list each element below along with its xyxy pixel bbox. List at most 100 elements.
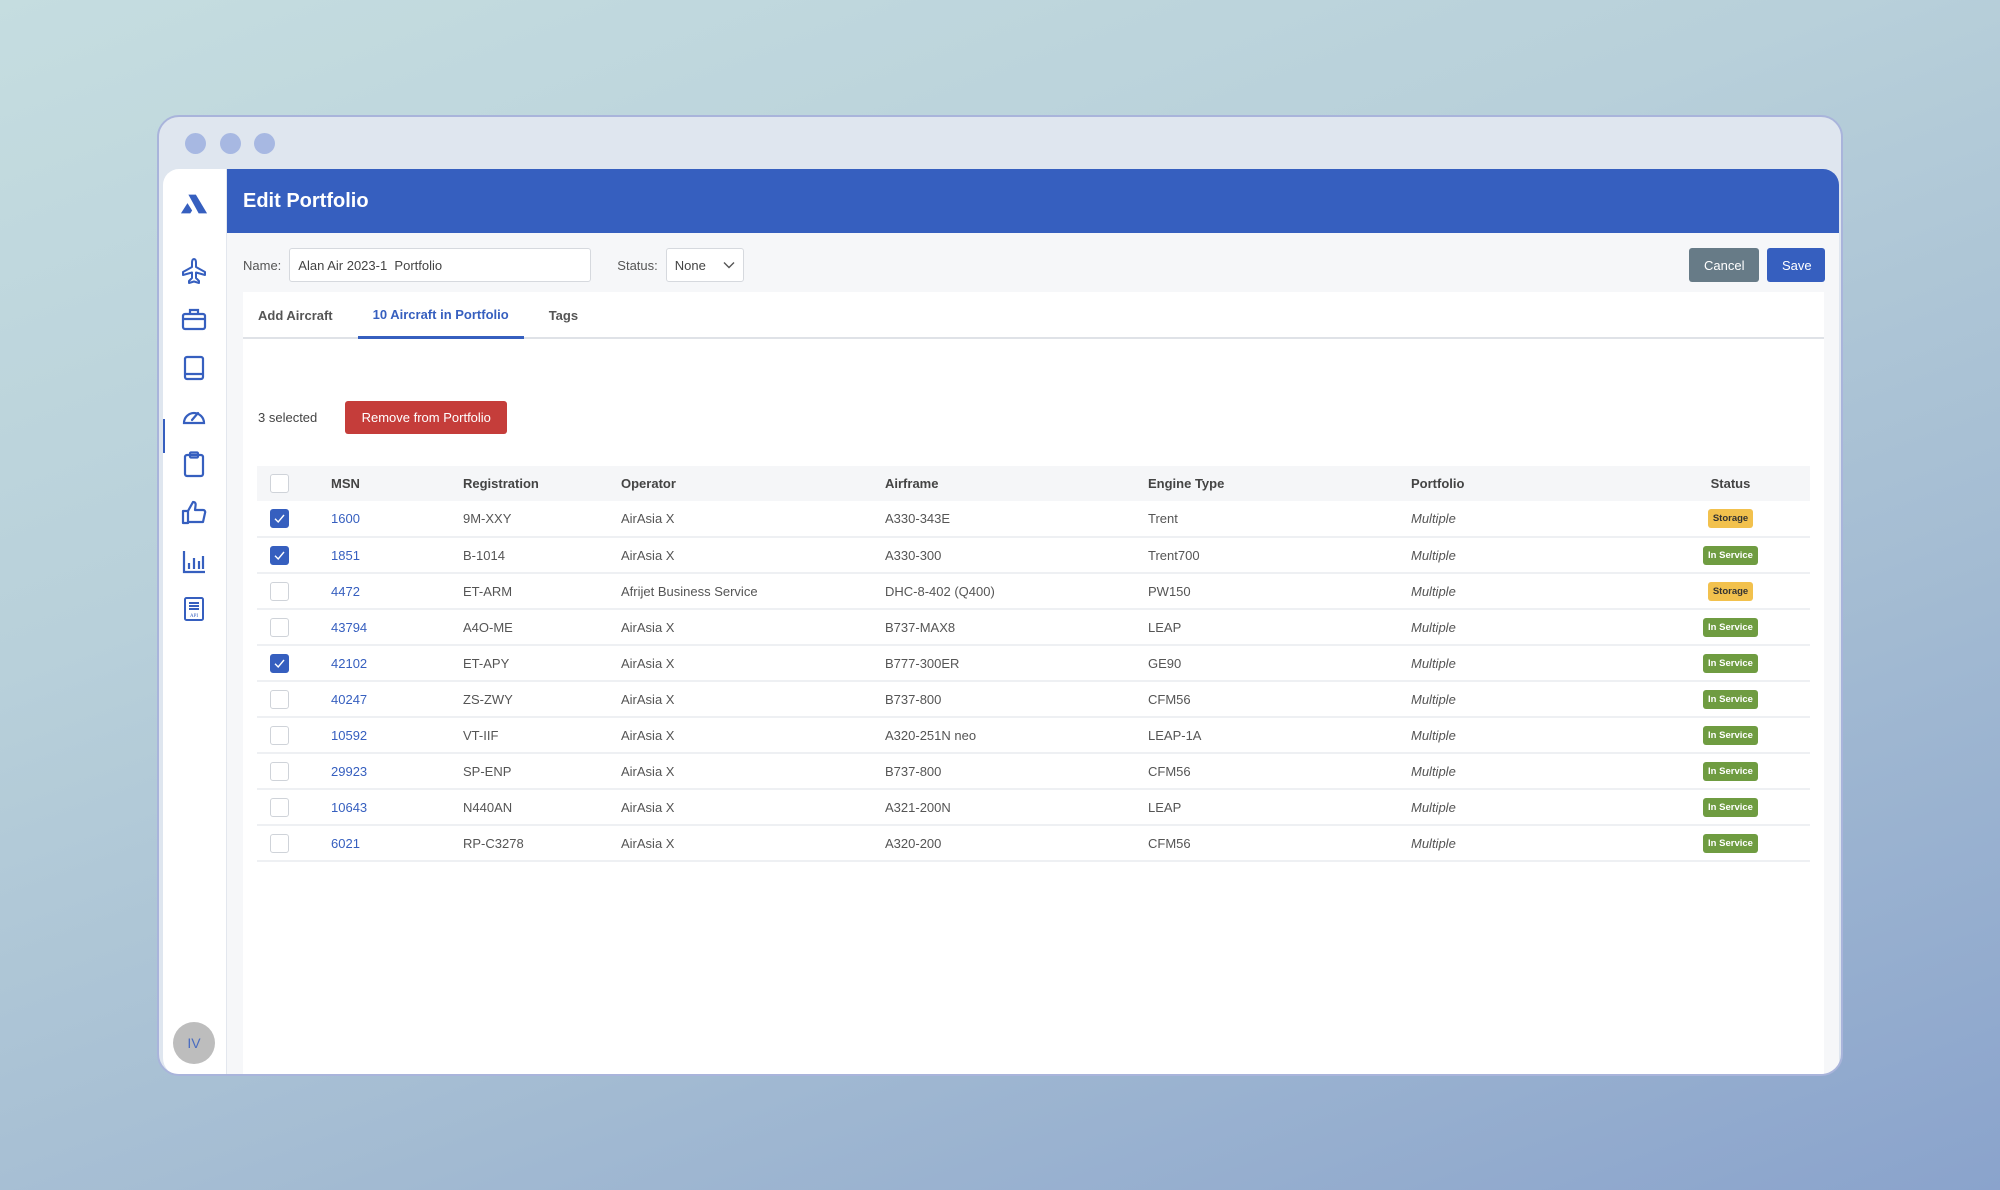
registration-cell: SP-ENP: [463, 753, 621, 790]
table-row[interactable]: 42102 ET-APY AirAsia X B777-300ER GE90 Multip…: [257, 645, 1810, 682]
sidebar-item-dashboard[interactable]: [179, 401, 209, 431]
engine-type-cell: PW150: [1148, 573, 1411, 610]
table-row[interactable]: 1600 9M-XXY AirAsia X A330-343E Trent Multipl…: [257, 501, 1810, 538]
msn-link[interactable]: 40247: [331, 692, 367, 707]
column-header-engine-type[interactable]: Engine Type: [1148, 466, 1411, 501]
portfolio-cell: Multiple: [1411, 501, 1651, 538]
airframe-cell: B737-MAX8: [885, 609, 1148, 646]
registration-cell: ZS-ZWY: [463, 681, 621, 718]
row-checkbox[interactable]: [270, 653, 289, 673]
sidebar-item-api[interactable]: API: [179, 594, 209, 624]
window-dot-maximize[interactable]: [254, 133, 275, 154]
msn-link[interactable]: 10592: [331, 728, 367, 743]
status-cell: In Service: [1651, 825, 1810, 862]
sidebar-item-analytics[interactable]: [179, 547, 209, 577]
row-select-cell: [257, 825, 331, 862]
table-row[interactable]: 29923 SP-ENP AirAsia X B737-800 CFM56 Multipl…: [257, 753, 1810, 790]
thumbs-up-icon: [180, 498, 208, 526]
msn-cell: 10592: [331, 717, 463, 754]
row-checkbox[interactable]: [270, 581, 289, 601]
status-cell: In Service: [1651, 609, 1810, 646]
msn-link[interactable]: 10643: [331, 800, 367, 815]
sidebar-item-approvals[interactable]: [179, 497, 209, 527]
engine-type-cell: Trent700: [1148, 537, 1411, 574]
airframe-cell: B777-300ER: [885, 645, 1148, 682]
window-dot-close[interactable]: [185, 133, 206, 154]
msn-link[interactable]: 6021: [331, 836, 360, 851]
select-all-checkbox[interactable]: [270, 474, 289, 493]
column-header-registration[interactable]: Registration: [463, 466, 621, 501]
checkmark-icon: [273, 549, 286, 562]
msn-link[interactable]: 1851: [331, 548, 360, 563]
column-header-airframe[interactable]: Airframe: [885, 466, 1148, 501]
table-body: 1600 9M-XXY AirAsia X A330-343E Trent Multipl…: [257, 501, 1810, 862]
table-row[interactable]: 10592 VT-IIF AirAsia X A320-251N neo LEAP-1A…: [257, 717, 1810, 754]
sidebar-item-reports[interactable]: [179, 449, 209, 479]
save-button[interactable]: Save: [1767, 248, 1825, 282]
msn-link[interactable]: 42102: [331, 656, 367, 671]
tab-add-aircraft[interactable]: Add Aircraft: [243, 292, 348, 339]
portfolio-cell: Multiple: [1411, 789, 1651, 826]
status-label: Status:: [617, 257, 658, 273]
portfolio-name-input[interactable]: [289, 248, 592, 282]
status-badge: In Service: [1703, 689, 1758, 709]
operator-cell: AirAsia X: [621, 681, 885, 718]
registration-cell: N440AN: [463, 789, 621, 826]
row-checkbox[interactable]: [270, 761, 289, 781]
checkmark-icon: [273, 512, 286, 525]
status-cell: In Service: [1651, 789, 1810, 826]
engine-type-cell: CFM56: [1148, 681, 1411, 718]
table-row[interactable]: 40247 ZS-ZWY AirAsia X B737-800 CFM56 Multipl…: [257, 681, 1810, 718]
operator-cell: AirAsia X: [621, 645, 885, 682]
table-row[interactable]: 6021 RP-C3278 AirAsia X A320-200 CFM56 Multip…: [257, 825, 1810, 862]
row-checkbox[interactable]: [270, 545, 289, 565]
status-badge: In Service: [1703, 545, 1758, 565]
row-checkbox[interactable]: [270, 617, 289, 637]
sidebar-item-aircraft[interactable]: [179, 256, 209, 286]
gauge-icon: [180, 402, 208, 430]
column-header-status[interactable]: Status: [1651, 466, 1810, 501]
row-checkbox[interactable]: [270, 797, 289, 817]
column-header-portfolio[interactable]: Portfolio: [1411, 466, 1651, 501]
msn-cell: 10643: [331, 789, 463, 826]
row-select-cell: [257, 789, 331, 826]
tab-tags[interactable]: Tags: [534, 292, 593, 339]
msn-link[interactable]: 43794: [331, 620, 367, 635]
sidebar-item-portfolios[interactable]: [179, 304, 209, 334]
table-row[interactable]: 1851 B-1014 AirAsia X A330-300 Trent700 Multi…: [257, 537, 1810, 574]
tab-aircraft-in-portfolio[interactable]: 10 Aircraft in Portfolio: [357, 292, 524, 339]
cancel-button[interactable]: Cancel: [1689, 248, 1759, 282]
registration-cell: ET-ARM: [463, 573, 621, 610]
user-avatar[interactable]: IV: [173, 1022, 215, 1064]
msn-link[interactable]: 1600: [331, 511, 360, 526]
row-checkbox[interactable]: [270, 509, 289, 528]
portfolio-form: Name: Status: None Cancel Save: [243, 248, 1825, 282]
msn-link[interactable]: 4472: [331, 584, 360, 599]
briefcase-icon: [180, 305, 208, 333]
app-window: API IV Edit Portfolio Name: Status: None…: [157, 115, 1843, 1076]
row-checkbox[interactable]: [270, 833, 289, 853]
row-checkbox[interactable]: [270, 689, 289, 709]
column-header-msn[interactable]: MSN: [331, 466, 463, 501]
api-doc-icon: API: [180, 595, 208, 623]
status-badge: In Service: [1703, 833, 1758, 853]
airframe-cell: B737-800: [885, 753, 1148, 790]
msn-cell: 42102: [331, 645, 463, 682]
window-dot-minimize[interactable]: [220, 133, 241, 154]
msn-cell: 4472: [331, 573, 463, 610]
table-row[interactable]: 4472 ET-ARM Afrijet Business Service DHC-8-…: [257, 573, 1810, 610]
operator-cell: Afrijet Business Service: [621, 573, 885, 610]
table-row[interactable]: 10643 N440AN AirAsia X A321-200N LEAP Multipl…: [257, 789, 1810, 826]
brand-logo[interactable]: [179, 189, 209, 219]
column-header-operator[interactable]: Operator: [621, 466, 885, 501]
remove-from-portfolio-button[interactable]: Remove from Portfolio: [345, 401, 508, 434]
row-select-cell: [257, 681, 331, 718]
msn-link[interactable]: 29923: [331, 764, 367, 779]
table-row[interactable]: 43794 A4O-ME AirAsia X B737-MAX8 LEAP Multipl…: [257, 609, 1810, 646]
active-nav-indicator: [163, 419, 165, 453]
operator-cell: AirAsia X: [621, 789, 885, 826]
sidebar-item-library[interactable]: [179, 353, 209, 383]
row-checkbox[interactable]: [270, 725, 289, 745]
status-select[interactable]: None: [665, 248, 744, 282]
status-cell: In Service: [1651, 537, 1810, 574]
